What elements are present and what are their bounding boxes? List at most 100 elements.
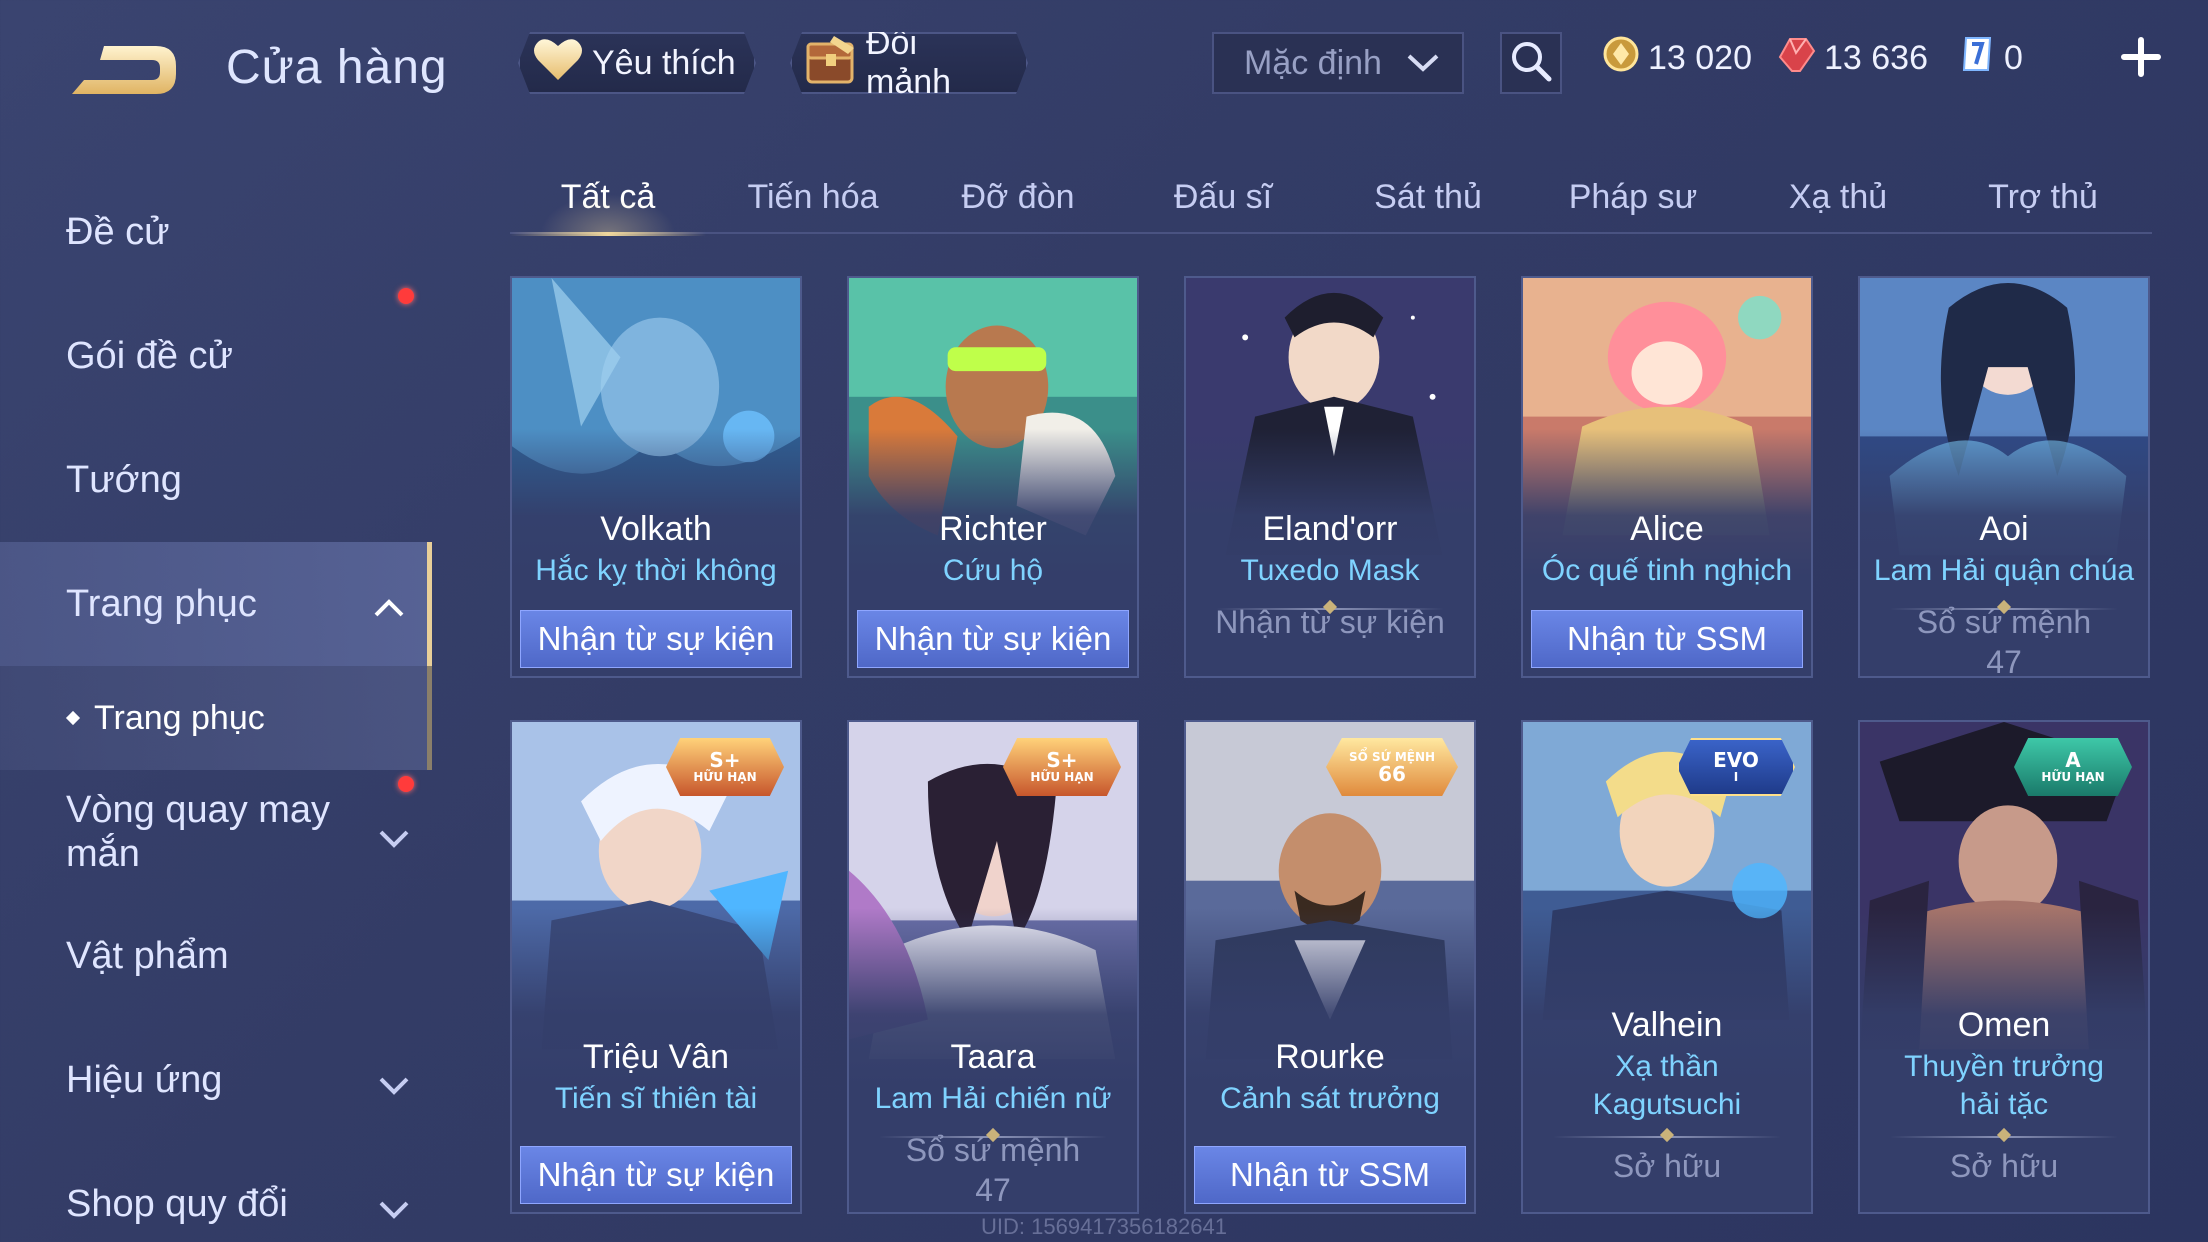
- badge-tier: S+: [1046, 748, 1078, 772]
- plus-icon: [2118, 37, 2164, 84]
- sidebar-item-items[interactable]: Vật phẩm: [0, 894, 432, 1018]
- hero-name: Omen: [1957, 1006, 2051, 1044]
- get-from-event-button[interactable]: Nhận từ sự kiện: [857, 610, 1129, 668]
- tab-marksman[interactable]: Xạ thủ: [1740, 160, 1936, 234]
- sidebar-item-lucky-wheel[interactable]: Vòng quay may mắn: [0, 770, 432, 894]
- notification-dot: [398, 776, 414, 792]
- sidebar: Đề cử Gói đề cử Tướng Trang phục Trang p…: [0, 170, 432, 1242]
- favorite-label: Yêu thích: [592, 43, 736, 82]
- skin-name: Lam Hải chiến nữ: [874, 1082, 1112, 1115]
- sidebar-item-label: Đề cử: [66, 210, 170, 253]
- voucher-currency: 0: [1958, 36, 2023, 80]
- skin-card-taara[interactable]: S+ HỮU HẠN Taara Lam Hải chiến nữ Sổ sứ …: [847, 720, 1139, 1214]
- acquisition-status: Sổ sứ mệnh 47: [1916, 604, 2092, 678]
- tab-label: Pháp sư: [1568, 177, 1698, 216]
- sidebar-subitem-skins[interactable]: Trang phục: [0, 666, 432, 770]
- sidebar-item-heroes[interactable]: Tướng: [0, 418, 432, 542]
- skin-card-omen[interactable]: A HỮU HẠN Omen Thuyền trưởng hải tặc Sở …: [1858, 720, 2150, 1214]
- skin-name: Xạ thần Kagutsuchi: [1592, 1050, 1742, 1121]
- sidebar-item-recommended-packs[interactable]: Gói đề cử: [0, 288, 432, 418]
- skin-name: Thuyền trưởng hải tặc: [1904, 1050, 2104, 1121]
- skin-card-aoi[interactable]: Aoi Lam Hải quận chúa Sổ sứ mệnh 47: [1858, 276, 2150, 678]
- acquisition-status: Sổ sứ mệnh 47: [905, 1132, 1081, 1208]
- badge-tier: A: [2065, 748, 2081, 772]
- skin-card-elandorr[interactable]: Eland'orr Tuxedo Mask Nhận từ sự kiện: [1184, 276, 1476, 678]
- skin-name: Lam Hải quận chúa: [1873, 554, 2135, 587]
- ruby-currency: 13 636: [1778, 36, 1928, 80]
- back-arrow-icon[interactable]: [64, 36, 182, 108]
- hero-name: Valhein: [1611, 1006, 1723, 1044]
- tab-label: Xạ thủ: [1788, 177, 1888, 216]
- skin-card-trieu-van[interactable]: S+ HỮU HẠN Triệu Vân Tiến sĩ thiên tài N…: [510, 720, 802, 1214]
- hero-name: Eland'orr: [1262, 510, 1398, 548]
- chevron-down-icon: [378, 1066, 410, 1095]
- divider: [1553, 1136, 1781, 1138]
- add-currency-button[interactable]: [2118, 34, 2164, 80]
- gold-currency: 13 020: [1602, 36, 1752, 80]
- skin-card-valhein[interactable]: EVO I Valhein Xạ thần Kagutsuchi Sở hữu: [1521, 720, 1813, 1214]
- treasure-chest-icon: [804, 34, 858, 93]
- heart-icon: [532, 36, 584, 91]
- tab-label: Đấu sĩ: [1173, 177, 1273, 216]
- tab-assassin[interactable]: Sát thủ: [1330, 160, 1526, 234]
- chevron-up-icon: [373, 590, 405, 618]
- sort-dropdown[interactable]: Mặc định: [1212, 32, 1464, 94]
- chevron-down-icon: [378, 818, 410, 848]
- get-from-ssm-button[interactable]: Nhận từ SSM: [1531, 610, 1803, 668]
- hero-name: Taara: [950, 1038, 1036, 1076]
- page-title: Cửa hàng: [226, 41, 448, 94]
- skin-card-volkath[interactable]: Volkath Hắc kỵ thời không Nhận từ sự kiệ…: [510, 276, 802, 678]
- badge-note: HỮU HẠN: [2041, 770, 2105, 784]
- get-from-ssm-button[interactable]: Nhận từ SSM: [1194, 1146, 1466, 1204]
- tier-badge: A HỮU HẠN: [2014, 738, 2132, 796]
- skin-card-rourke[interactable]: SỔ SỨ MỆNH 66 Rourke Cảnh sát trưởng Nhậ…: [1184, 720, 1476, 1214]
- sidebar-item-recommended[interactable]: Đề cử: [0, 170, 432, 294]
- skin-card-alice[interactable]: Alice Óc quế tinh nghịch Nhận từ SSM: [1521, 276, 1813, 678]
- sidebar-item-skins[interactable]: Trang phục: [0, 542, 432, 666]
- hero-name: Triệu Vân: [582, 1038, 730, 1076]
- hero-name: Richter: [939, 510, 1047, 548]
- skin-grid: Volkath Hắc kỵ thời không Nhận từ sự kiệ…: [510, 276, 2152, 1216]
- tab-label: Tiến hóa: [747, 177, 879, 216]
- get-from-event-button[interactable]: Nhận từ sự kiện: [520, 610, 792, 668]
- hero-name: Aoi: [1979, 510, 2029, 548]
- sidebar-item-label: Tướng: [66, 458, 182, 501]
- sidebar-item-label: Vòng quay may mắn: [66, 789, 331, 875]
- tab-label: Trợ thủ: [1988, 177, 2098, 216]
- gold-coin-icon: [1602, 35, 1640, 82]
- search-icon: [1509, 39, 1553, 88]
- tab-tank[interactable]: Đỡ đòn: [920, 160, 1116, 234]
- sidebar-item-label: Hiệu ứng: [66, 1058, 223, 1101]
- top-bar: Cửa hàng Yêu thích Đổi mảnh Mặc định 13 …: [0, 0, 2208, 130]
- voucher-icon: [1958, 34, 1996, 83]
- user-id-label: UID: 1569417356182641: [981, 1214, 1227, 1239]
- evolution-badge: EVO I: [1677, 738, 1795, 796]
- ruby-amount: 13 636: [1824, 38, 1928, 77]
- tab-label: Sát thủ: [1374, 177, 1482, 216]
- badge-tier: EVO: [1713, 748, 1759, 772]
- badge-note: HỮU HẠN: [693, 770, 757, 784]
- voucher-amount: 0: [2004, 38, 2023, 77]
- acquisition-status: Nhận từ sự kiện: [1215, 604, 1445, 640]
- tab-label: Tất cả: [560, 177, 656, 216]
- tab-mage[interactable]: Pháp sư: [1535, 160, 1731, 234]
- skin-name: Cứu hộ: [942, 554, 1044, 587]
- tab-fighter[interactable]: Đấu sĩ: [1125, 160, 1321, 234]
- tier-badge: S+ HỮU HẠN: [1003, 738, 1121, 796]
- tab-evolution[interactable]: Tiến hóa: [715, 160, 911, 234]
- sidebar-subitem-label: Trang phục: [94, 698, 265, 737]
- sidebar-item-effects[interactable]: Hiệu ứng: [0, 1018, 432, 1142]
- skin-card-richter[interactable]: Richter Cứu hộ Nhận từ sự kiện: [847, 276, 1139, 678]
- favorite-button[interactable]: Yêu thích: [518, 32, 756, 94]
- ownership-status: Sở hữu: [1949, 1148, 2059, 1184]
- badge-level: 66: [1378, 762, 1406, 786]
- search-button[interactable]: [1500, 32, 1562, 94]
- get-from-event-button[interactable]: Nhận từ sự kiện: [520, 1146, 792, 1204]
- tab-all[interactable]: Tất cả: [510, 160, 706, 236]
- divider: [1890, 1136, 2118, 1138]
- tab-support[interactable]: Trợ thủ: [1945, 160, 2141, 234]
- notification-dot: [398, 288, 414, 304]
- ruby-gem-icon: [1778, 35, 1816, 82]
- sidebar-item-label: Trang phục: [66, 582, 257, 625]
- swap-fragments-button[interactable]: Đổi mảnh: [790, 32, 1028, 94]
